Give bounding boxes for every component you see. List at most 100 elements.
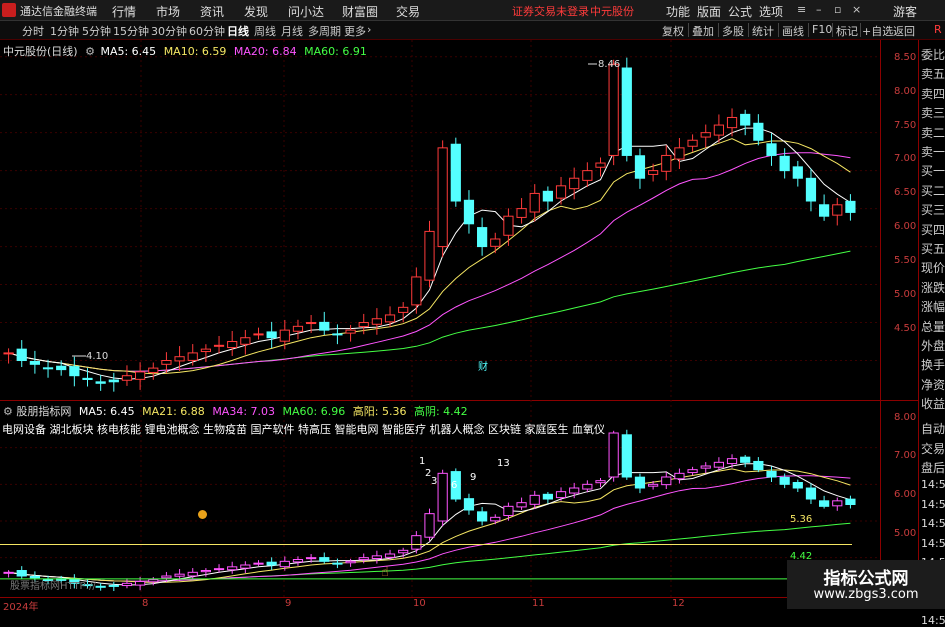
main-chart-canvas[interactable] [0,40,880,400]
menu-wenxiaoda[interactable]: 问小达 [288,3,324,20]
tool-duogu[interactable]: 多股 [722,23,744,39]
quote-side-panel[interactable]: 委比卖五卖四卖三卖二卖一买一买二买三买四买五现价涨跌涨幅总量外盘换手净资收益自动… [918,40,945,627]
menu-gongshi[interactable]: 公式 [728,3,752,20]
menu-hangqing[interactable]: 行情 [112,3,136,20]
menu-caifuquan[interactable]: 财富圈 [342,3,378,20]
side-panel-item[interactable]: 卖四 [921,85,945,102]
period-daily[interactable]: 日线 [227,23,249,39]
finance-marker[interactable]: 财 [478,358,488,373]
candle-body [792,166,803,179]
side-panel-item[interactable]: 买二 [921,182,945,199]
side-panel-item[interactable]: 总量 [921,318,945,335]
concept-tag[interactable]: 国产软件 [251,423,295,436]
side-panel-item[interactable]: 买五 [921,240,945,257]
side-panel-item[interactable]: 收益 [921,395,945,412]
tool-tongji[interactable]: 统计 [752,23,774,39]
tool-add-watchlist[interactable]: +自选 [862,23,893,39]
side-panel-item[interactable]: 涨跌 [921,279,945,296]
menu-faxian[interactable]: 发现 [244,3,268,20]
period-30min[interactable]: 30分钟 [151,23,187,39]
sub-indicator-chart[interactable]: ⚙ 股朋指标网 MA5: 6.45 MA21: 6.88 MA34: 7.03 … [0,400,880,598]
signal-coin-icon[interactable] [198,510,207,519]
concept-tag[interactable]: 智能医疗 [382,423,426,436]
period-5min[interactable]: 5分钟 [82,23,111,39]
concept-tag[interactable]: 湖北板块 [50,423,94,436]
concept-tag[interactable]: 生物疫苗 [203,423,247,436]
tool-f10[interactable]: F10 [812,23,832,36]
login-warning[interactable]: 证券交易未登录 [512,3,589,19]
restore-icon[interactable]: ▫ [834,3,841,16]
candle-body [371,318,382,325]
low-price-label: 4.10 [86,351,109,362]
side-panel-item[interactable]: 14:56 [921,614,945,627]
side-panel-item[interactable]: 14:56 [921,517,945,530]
candle-body [463,199,475,225]
side-panel-item[interactable]: 买四 [921,221,945,238]
side-panel-item[interactable]: 卖二 [921,124,945,141]
concept-tag[interactable]: 锂电池概念 [145,423,200,436]
concept-tag[interactable]: 特高压 [298,423,331,436]
candle-body [845,200,856,213]
period-multi[interactable]: 多周期 [308,23,341,39]
menu-shichang[interactable]: 市场 [156,3,180,20]
window-menu-icon[interactable]: ≡ [797,3,806,16]
concept-tag[interactable]: 区块链 [488,423,521,436]
side-panel-item[interactable]: 盘后 [921,459,945,476]
guest-label[interactable]: 游客 [893,3,917,20]
candle-body [253,562,264,565]
minimize-icon[interactable]: – [816,3,822,16]
side-panel-item[interactable]: 现价 [921,259,945,276]
candle-body [319,321,330,331]
side-panel-item[interactable]: 卖五 [921,65,945,82]
period-60min[interactable]: 60分钟 [189,23,225,39]
tool-fuquan[interactable]: 复权 [662,23,684,39]
sub-footer-text: 股票指标网HTTP:// [10,581,96,592]
period-15min[interactable]: 15分钟 [113,23,149,39]
tool-back[interactable]: 返回 [893,23,915,39]
tool-diejia[interactable]: 叠加 [692,23,714,39]
side-panel-item[interactable]: 涨幅 [921,298,945,315]
side-panel-item[interactable]: 卖三 [921,104,945,121]
period-more[interactable]: 更多 [344,23,366,39]
side-panel-item[interactable]: 14:56 [921,537,945,550]
menu-banmian[interactable]: 版面 [697,3,721,20]
settings-gear-icon[interactable]: ⚙ [3,405,13,418]
side-panel-item[interactable]: 14:56 [921,498,945,511]
side-panel-item[interactable]: 外盘 [921,337,945,354]
side-panel-item[interactable]: 交易 [921,440,945,457]
side-panel-item[interactable]: 14:56 [921,478,945,491]
side-panel-item[interactable]: 买三 [921,201,945,218]
menu-gongneng[interactable]: 功能 [666,3,690,20]
side-panel-item[interactable]: 自动 [921,420,945,437]
concept-tag[interactable]: 智能电网 [335,423,379,436]
period-weekly[interactable]: 周线 [254,23,276,39]
more-chevron-icon[interactable]: › [367,23,371,36]
menu-jiaoyi[interactable]: 交易 [396,3,420,20]
menu-xuanxiang[interactable]: 选项 [759,3,783,20]
concept-tag[interactable]: 家庭医生 [525,423,569,436]
candle-body [213,344,225,347]
tool-biaoji[interactable]: 标记 [836,23,858,39]
side-panel-item[interactable]: 卖一 [921,143,945,160]
menu-zixun[interactable]: 资讯 [200,3,224,20]
tool-huaxian[interactable]: 画线 [782,23,804,39]
candle-body [292,325,304,332]
close-icon[interactable]: × [852,3,861,16]
period-fenshi[interactable]: 分时 [22,23,44,39]
side-panel-item[interactable]: 净资 [921,376,945,393]
settings-gear-icon[interactable]: ⚙ [85,45,95,58]
main-kline-chart[interactable]: 中元股份(日线) ⚙ MA5: 6.45 MA10: 6.59 MA20: 6.… [0,40,880,400]
concept-tag[interactable]: 核电核能 [97,423,141,436]
candle-body [161,360,172,365]
concept-tag[interactable]: 血氧仪 [572,423,605,436]
candle-body [569,487,580,494]
concept-tag[interactable]: 电网设备 [2,423,46,436]
concept-tag[interactable]: 机器人概念 [430,423,485,436]
level-high-label: 5.36 [790,514,813,525]
side-panel-item[interactable]: 换手 [921,356,945,373]
y-tick: 6.00 [894,221,917,232]
side-panel-item[interactable]: 买一 [921,162,945,179]
period-1min[interactable]: 1分钟 [50,23,79,39]
period-monthly[interactable]: 月线 [281,23,303,39]
side-panel-item[interactable]: 委比 [921,46,945,63]
